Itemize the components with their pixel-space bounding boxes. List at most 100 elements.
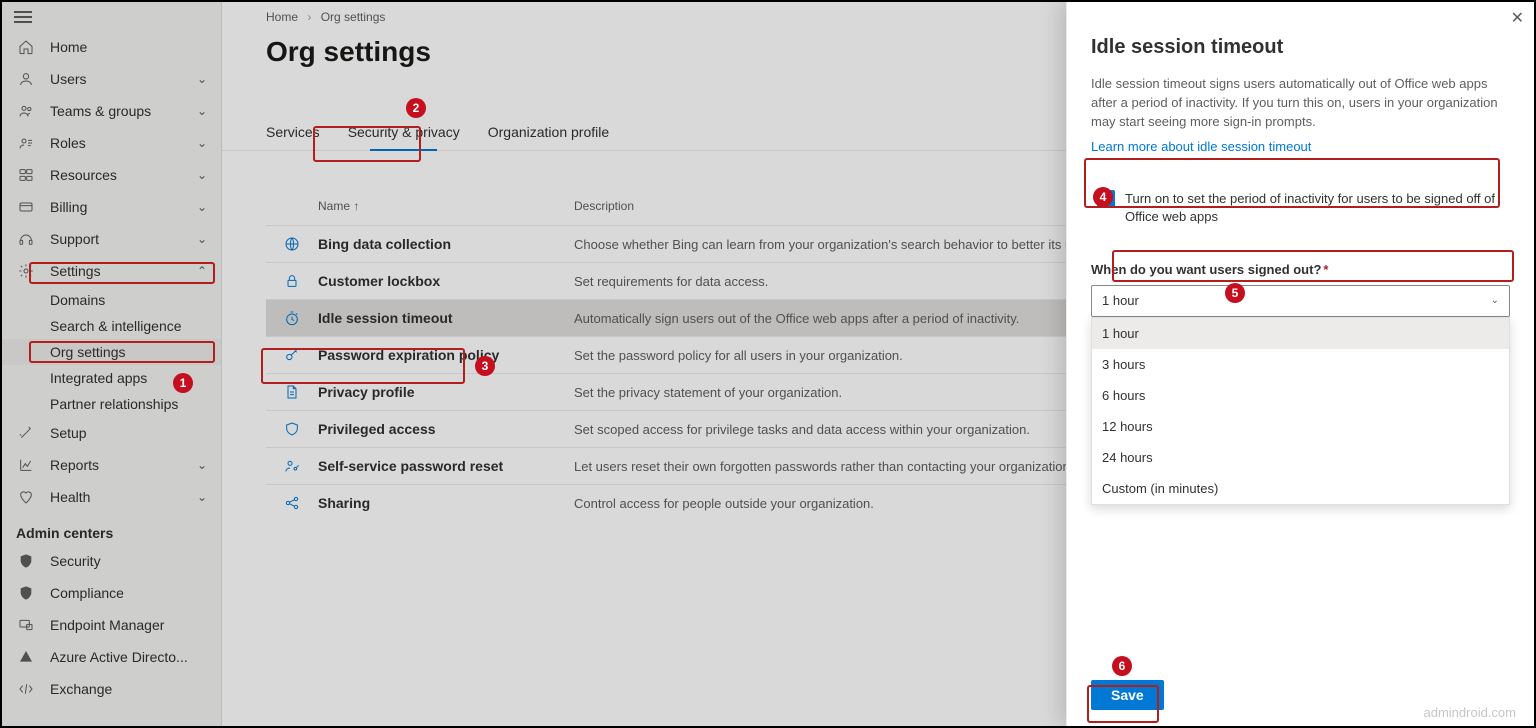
row-desc: Set requirements for data access. [574, 274, 768, 289]
sidebar-sub-partner[interactable]: Partner relationships [2, 391, 221, 417]
watermark: admindroid.com [1424, 705, 1517, 720]
sidebar-sub-search[interactable]: Search & intelligence [2, 313, 221, 339]
sidebar-item-settings[interactable]: Settings ⌃ [2, 255, 221, 287]
th-name[interactable]: Name ↑ [318, 199, 574, 213]
shield-icon [16, 551, 36, 571]
side-panel: ✕ Idle session timeout Idle session time… [1066, 2, 1534, 726]
save-button[interactable]: Save [1091, 680, 1164, 710]
nav-label: Home [50, 39, 207, 55]
checkbox-checked-icon[interactable]: ✓ [1097, 190, 1115, 208]
dropdown-option[interactable]: 3 hours [1092, 349, 1509, 380]
health-icon [16, 487, 36, 507]
nav-label: Azure Active Directo... [50, 649, 207, 665]
billing-icon [16, 197, 36, 217]
sidebar-item-billing[interactable]: Billing ⌄ [2, 191, 221, 223]
sidebar-item-health[interactable]: Health ⌄ [2, 481, 221, 513]
panel-title: Idle session timeout [1091, 36, 1510, 59]
row-name: Password expiration policy [318, 347, 574, 363]
tab-services[interactable]: Services [266, 114, 320, 150]
roles-icon [16, 133, 36, 153]
nav-label: Teams & groups [50, 103, 197, 119]
dropdown-option[interactable]: 24 hours [1092, 442, 1509, 473]
azure-icon [16, 647, 36, 667]
endpoint-icon [16, 615, 36, 635]
enable-toggle-row[interactable]: ✓ Turn on to set the period of inactivit… [1091, 182, 1510, 234]
sidebar-item-resources[interactable]: Resources ⌄ [2, 159, 221, 191]
learn-more-link[interactable]: Learn more about idle session timeout [1091, 139, 1311, 154]
admin-center-security[interactable]: Security [2, 545, 221, 577]
chevron-down-icon: ⌄ [197, 490, 207, 504]
sidebar-item-setup[interactable]: Setup [2, 417, 221, 449]
dropdown-option[interactable]: 1 hour [1092, 318, 1509, 349]
sidebar-sub-domains[interactable]: Domains [2, 287, 221, 313]
gear-icon [16, 261, 36, 281]
row-desc: Control access for people outside your o… [574, 496, 874, 511]
sidebar-sub-integrated[interactable]: Integrated apps [2, 365, 221, 391]
dropdown-option[interactable]: 6 hours [1092, 380, 1509, 411]
timeout-select[interactable]: 1 hour ⌄ [1091, 285, 1510, 317]
nav-label: Setup [50, 425, 207, 441]
sidebar-item-roles[interactable]: Roles ⌄ [2, 127, 221, 159]
row-desc: Choose whether Bing can learn from your … [574, 237, 1107, 252]
share-icon [266, 495, 318, 511]
chevron-down-icon: ⌄ [197, 232, 207, 246]
lock-icon [266, 273, 318, 289]
hamburger-menu[interactable] [2, 2, 221, 31]
nav-label: Domains [50, 292, 105, 308]
document-icon [266, 384, 318, 400]
checkbox-label: Turn on to set the period of inactivity … [1125, 190, 1504, 226]
sidebar-item-teams[interactable]: Teams & groups ⌄ [2, 95, 221, 127]
user-icon [16, 69, 36, 89]
nav-label: Settings [50, 263, 197, 279]
sidebar-item-home[interactable]: Home [2, 31, 221, 63]
tab-org-profile[interactable]: Organization profile [488, 114, 609, 150]
nav-label: Resources [50, 167, 197, 183]
sidebar: Home Users ⌄ Teams & groups ⌄ Roles ⌄ Re… [2, 2, 222, 726]
resources-icon [16, 165, 36, 185]
row-name: Privacy profile [318, 384, 574, 400]
row-name: Bing data collection [318, 236, 574, 252]
chevron-down-icon: ⌄ [197, 200, 207, 214]
sidebar-item-users[interactable]: Users ⌄ [2, 63, 221, 95]
sidebar-item-support[interactable]: Support ⌄ [2, 223, 221, 255]
exchange-icon [16, 679, 36, 699]
chevron-down-icon: ⌄ [1491, 295, 1499, 306]
key-icon [266, 347, 318, 363]
nav-label: Security [50, 553, 207, 569]
chevron-down-icon: ⌄ [197, 168, 207, 182]
nav-label: Org settings [50, 344, 125, 360]
nav-label: Billing [50, 199, 197, 215]
timeout-field-label: When do you want users signed out?* [1091, 262, 1510, 277]
admin-center-exchange[interactable]: Exchange [2, 673, 221, 705]
home-icon [16, 37, 36, 57]
user-key-icon [266, 458, 318, 474]
nav-label: Users [50, 71, 197, 87]
close-icon[interactable]: ✕ [1511, 8, 1524, 28]
breadcrumb-home[interactable]: Home [266, 10, 298, 24]
nav-label: Compliance [50, 585, 207, 601]
row-desc: Set the privacy statement of your organi… [574, 385, 842, 400]
dropdown-option[interactable]: Custom (in minutes) [1092, 473, 1509, 504]
admin-center-aad[interactable]: Azure Active Directo... [2, 641, 221, 673]
nav-label: Roles [50, 135, 197, 151]
nav-label: Exchange [50, 681, 207, 697]
admin-center-compliance[interactable]: Compliance [2, 577, 221, 609]
admin-center-endpoint[interactable]: Endpoint Manager [2, 609, 221, 641]
chevron-down-icon: ⌄ [197, 104, 207, 118]
sidebar-sub-orgsettings[interactable]: Org settings [2, 339, 221, 365]
panel-description: Idle session timeout signs users automat… [1091, 75, 1510, 132]
tab-security-privacy[interactable]: Security & privacy [348, 114, 460, 150]
dropdown-option[interactable]: 12 hours [1092, 411, 1509, 442]
shield-outline-icon [266, 421, 318, 437]
chart-icon [16, 455, 36, 475]
sidebar-item-reports[interactable]: Reports ⌄ [2, 449, 221, 481]
support-icon [16, 229, 36, 249]
chevron-up-icon: ⌃ [197, 264, 207, 278]
required-indicator: * [1323, 262, 1328, 277]
row-desc: Set the password policy for all users in… [574, 348, 903, 363]
admin-centers-header: Admin centers [2, 513, 221, 545]
nav-label: Health [50, 489, 197, 505]
globe-icon [266, 236, 318, 252]
th-description[interactable]: Description [574, 199, 634, 213]
row-desc: Automatically sign users out of the Offi… [574, 311, 1019, 326]
